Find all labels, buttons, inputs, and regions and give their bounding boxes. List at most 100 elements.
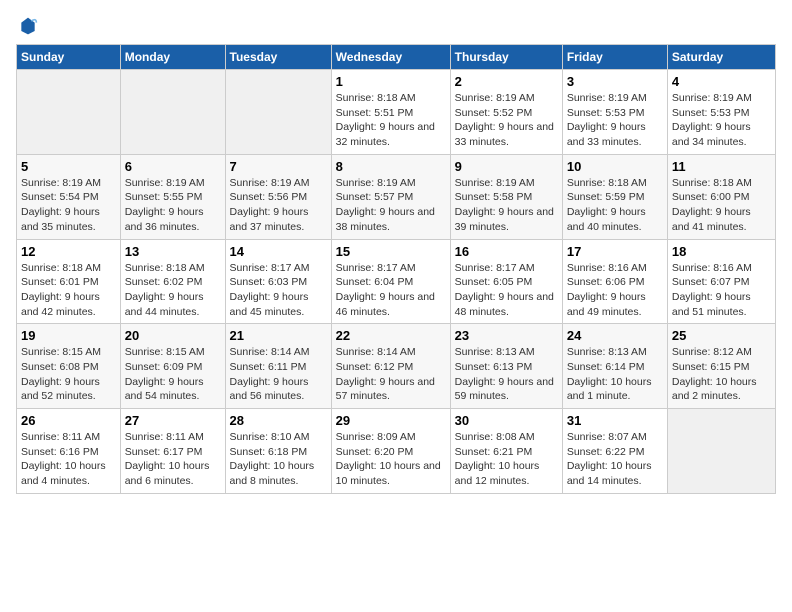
calendar-cell: 21 Sunrise: 8:14 AM Sunset: 6:11 PM Dayli…	[225, 324, 331, 409]
day-info: Sunrise: 8:18 AM Sunset: 6:02 PM Dayligh…	[125, 261, 221, 320]
day-number: 19	[21, 328, 116, 343]
calendar-cell: 15 Sunrise: 8:17 AM Sunset: 6:04 PM Dayli…	[331, 239, 450, 324]
day-number: 11	[672, 159, 771, 174]
logo	[16, 16, 40, 36]
calendar-cell: 27 Sunrise: 8:11 AM Sunset: 6:17 PM Dayli…	[120, 409, 225, 494]
day-number: 16	[455, 244, 558, 259]
day-header-sunday: Sunday	[17, 45, 121, 70]
day-info: Sunrise: 8:08 AM Sunset: 6:21 PM Dayligh…	[455, 430, 558, 489]
logo-icon	[18, 16, 38, 36]
calendar-cell: 13 Sunrise: 8:18 AM Sunset: 6:02 PM Dayli…	[120, 239, 225, 324]
day-number: 6	[125, 159, 221, 174]
day-number: 8	[336, 159, 446, 174]
calendar-cell: 23 Sunrise: 8:13 AM Sunset: 6:13 PM Dayli…	[450, 324, 562, 409]
day-info: Sunrise: 8:19 AM Sunset: 5:54 PM Dayligh…	[21, 176, 116, 235]
calendar-cell: 3 Sunrise: 8:19 AM Sunset: 5:53 PM Daylig…	[562, 70, 667, 155]
day-header-monday: Monday	[120, 45, 225, 70]
day-number: 7	[230, 159, 327, 174]
day-number: 5	[21, 159, 116, 174]
day-info: Sunrise: 8:18 AM Sunset: 6:00 PM Dayligh…	[672, 176, 771, 235]
day-number: 18	[672, 244, 771, 259]
day-info: Sunrise: 8:13 AM Sunset: 6:13 PM Dayligh…	[455, 345, 558, 404]
day-info: Sunrise: 8:19 AM Sunset: 5:53 PM Dayligh…	[672, 91, 771, 150]
calendar-cell: 22Sunrise: 8:14 AM Sunset: 6:12 PM Dayli…	[331, 324, 450, 409]
day-header-friday: Friday	[562, 45, 667, 70]
day-number: 24	[567, 328, 663, 343]
calendar-cell	[667, 409, 775, 494]
day-number: 23	[455, 328, 558, 343]
day-number: 14	[230, 244, 327, 259]
calendar-cell: 12Sunrise: 8:18 AM Sunset: 6:01 PM Dayli…	[17, 239, 121, 324]
day-number: 17	[567, 244, 663, 259]
day-number: 21	[230, 328, 327, 343]
week-row-3: 12Sunrise: 8:18 AM Sunset: 6:01 PM Dayli…	[17, 239, 776, 324]
day-info: Sunrise: 8:18 AM Sunset: 5:51 PM Dayligh…	[336, 91, 446, 150]
day-header-thursday: Thursday	[450, 45, 562, 70]
day-info: Sunrise: 8:15 AM Sunset: 6:09 PM Dayligh…	[125, 345, 221, 404]
day-info: Sunrise: 8:12 AM Sunset: 6:15 PM Dayligh…	[672, 345, 771, 404]
calendar-cell: 10 Sunrise: 8:18 AM Sunset: 5:59 PM Dayli…	[562, 154, 667, 239]
day-info: Sunrise: 8:17 AM Sunset: 6:03 PM Dayligh…	[230, 261, 327, 320]
calendar-cell	[120, 70, 225, 155]
calendar-cell: 5 Sunrise: 8:19 AM Sunset: 5:54 PM Daylig…	[17, 154, 121, 239]
day-number: 31	[567, 413, 663, 428]
day-number: 30	[455, 413, 558, 428]
day-number: 13	[125, 244, 221, 259]
day-info: Sunrise: 8:19 AM Sunset: 5:56 PM Dayligh…	[230, 176, 327, 235]
day-number: 3	[567, 74, 663, 89]
calendar-cell	[225, 70, 331, 155]
day-header-wednesday: Wednesday	[331, 45, 450, 70]
calendar-cell: 18 Sunrise: 8:16 AM Sunset: 6:07 PM Dayli…	[667, 239, 775, 324]
week-row-1: 1Sunrise: 8:18 AM Sunset: 5:51 PM Daylig…	[17, 70, 776, 155]
calendar-cell: 4Sunrise: 8:19 AM Sunset: 5:53 PM Daylig…	[667, 70, 775, 155]
calendar-cell: 11 Sunrise: 8:18 AM Sunset: 6:00 PM Dayli…	[667, 154, 775, 239]
day-info: Sunrise: 8:19 AM Sunset: 5:53 PM Dayligh…	[567, 91, 663, 150]
day-number: 2	[455, 74, 558, 89]
calendar-cell: 20 Sunrise: 8:15 AM Sunset: 6:09 PM Dayli…	[120, 324, 225, 409]
day-info: Sunrise: 8:07 AM Sunset: 6:22 PM Dayligh…	[567, 430, 663, 489]
calendar-cell: 2 Sunrise: 8:19 AM Sunset: 5:52 PM Daylig…	[450, 70, 562, 155]
day-number: 29	[336, 413, 446, 428]
day-info: Sunrise: 8:17 AM Sunset: 6:04 PM Dayligh…	[336, 261, 446, 320]
day-info: Sunrise: 8:15 AM Sunset: 6:08 PM Dayligh…	[21, 345, 116, 404]
days-header-row: SundayMondayTuesdayWednesdayThursdayFrid…	[17, 45, 776, 70]
day-number: 25	[672, 328, 771, 343]
calendar-cell: 24Sunrise: 8:13 AM Sunset: 6:14 PM Dayli…	[562, 324, 667, 409]
calendar-cell: 14 Sunrise: 8:17 AM Sunset: 6:03 PM Dayli…	[225, 239, 331, 324]
day-info: Sunrise: 8:16 AM Sunset: 6:06 PM Dayligh…	[567, 261, 663, 320]
day-info: Sunrise: 8:19 AM Sunset: 5:58 PM Dayligh…	[455, 176, 558, 235]
day-info: Sunrise: 8:16 AM Sunset: 6:07 PM Dayligh…	[672, 261, 771, 320]
calendar-cell: 31 Sunrise: 8:07 AM Sunset: 6:22 PM Dayli…	[562, 409, 667, 494]
day-info: Sunrise: 8:11 AM Sunset: 6:17 PM Dayligh…	[125, 430, 221, 489]
calendar-cell: 29Sunrise: 8:09 AM Sunset: 6:20 PM Dayli…	[331, 409, 450, 494]
calendar-cell: 6 Sunrise: 8:19 AM Sunset: 5:55 PM Daylig…	[120, 154, 225, 239]
calendar-cell: 7 Sunrise: 8:19 AM Sunset: 5:56 PM Daylig…	[225, 154, 331, 239]
calendar-cell: 8Sunrise: 8:19 AM Sunset: 5:57 PM Daylig…	[331, 154, 450, 239]
day-info: Sunrise: 8:14 AM Sunset: 6:11 PM Dayligh…	[230, 345, 327, 404]
day-info: Sunrise: 8:14 AM Sunset: 6:12 PM Dayligh…	[336, 345, 446, 404]
week-row-2: 5 Sunrise: 8:19 AM Sunset: 5:54 PM Daylig…	[17, 154, 776, 239]
calendar-cell: 28 Sunrise: 8:10 AM Sunset: 6:18 PM Dayli…	[225, 409, 331, 494]
day-info: Sunrise: 8:11 AM Sunset: 6:16 PM Dayligh…	[21, 430, 116, 489]
calendar-cell: 25 Sunrise: 8:12 AM Sunset: 6:15 PM Dayli…	[667, 324, 775, 409]
day-number: 28	[230, 413, 327, 428]
day-info: Sunrise: 8:10 AM Sunset: 6:18 PM Dayligh…	[230, 430, 327, 489]
page-header	[16, 16, 776, 36]
calendar-cell	[17, 70, 121, 155]
day-number: 27	[125, 413, 221, 428]
calendar-cell: 1Sunrise: 8:18 AM Sunset: 5:51 PM Daylig…	[331, 70, 450, 155]
day-number: 10	[567, 159, 663, 174]
day-header-saturday: Saturday	[667, 45, 775, 70]
day-info: Sunrise: 8:19 AM Sunset: 5:55 PM Dayligh…	[125, 176, 221, 235]
calendar-cell: 19 Sunrise: 8:15 AM Sunset: 6:08 PM Dayli…	[17, 324, 121, 409]
day-number: 20	[125, 328, 221, 343]
calendar-cell: 26 Sunrise: 8:11 AM Sunset: 6:16 PM Dayli…	[17, 409, 121, 494]
day-info: Sunrise: 8:18 AM Sunset: 5:59 PM Dayligh…	[567, 176, 663, 235]
day-info: Sunrise: 8:17 AM Sunset: 6:05 PM Dayligh…	[455, 261, 558, 320]
day-info: Sunrise: 8:19 AM Sunset: 5:52 PM Dayligh…	[455, 91, 558, 150]
day-number: 26	[21, 413, 116, 428]
week-row-5: 26 Sunrise: 8:11 AM Sunset: 6:16 PM Dayli…	[17, 409, 776, 494]
calendar-cell: 16 Sunrise: 8:17 AM Sunset: 6:05 PM Dayli…	[450, 239, 562, 324]
week-row-4: 19 Sunrise: 8:15 AM Sunset: 6:08 PM Dayli…	[17, 324, 776, 409]
day-number: 15	[336, 244, 446, 259]
